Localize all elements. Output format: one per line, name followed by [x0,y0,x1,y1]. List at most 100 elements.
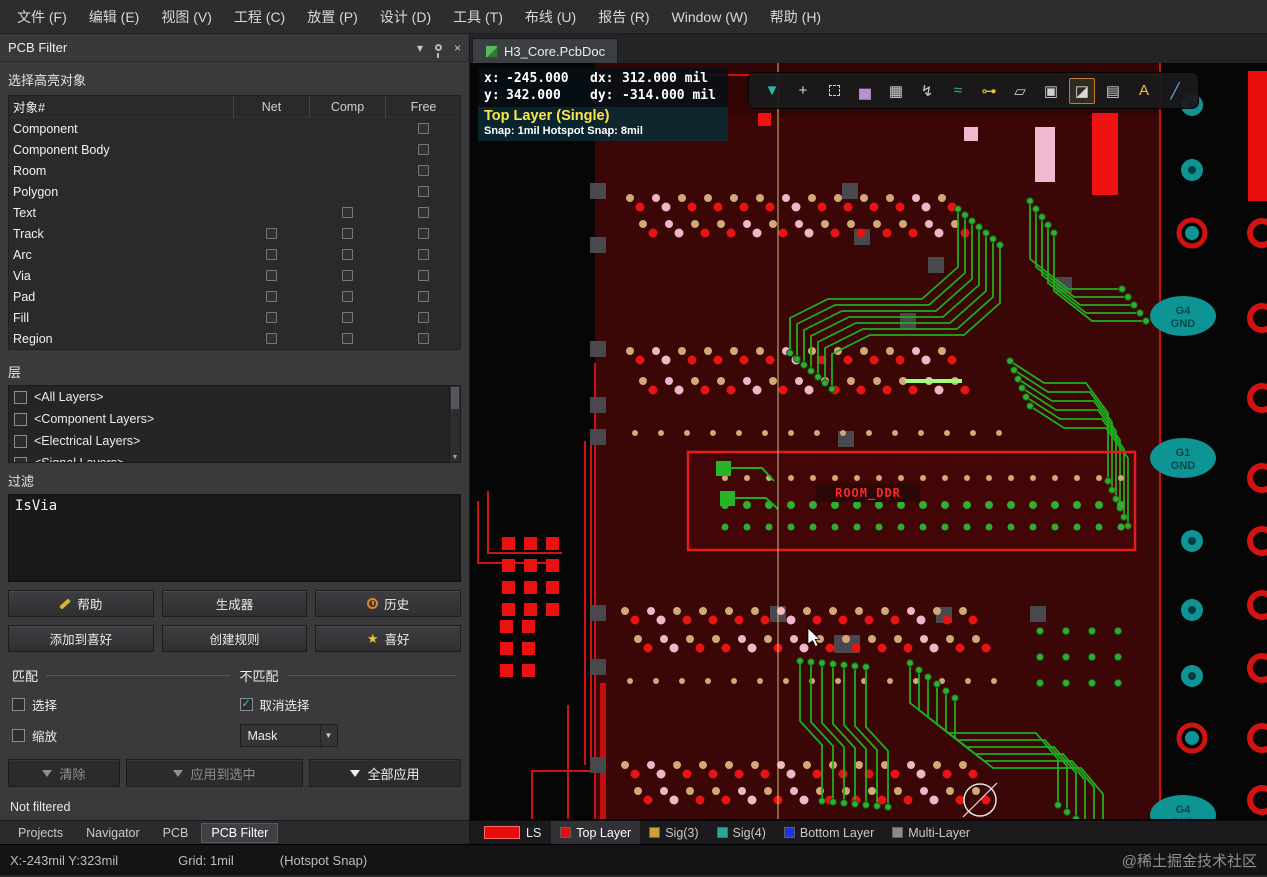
chart-icon[interactable]: ▤ [1100,78,1126,104]
menubar: 文件 (F)编辑 (E)视图 (V)工程 (C)放置 (P)设计 (D)工具 (… [0,0,1267,34]
net-checkbox[interactable] [266,228,277,239]
layer-tab[interactable]: Top Layer [551,821,640,844]
net-checkbox[interactable] [266,291,277,302]
pcb-canvas[interactable]: ROOM_DDRG4GNDG1GNDG4GND [470,63,1267,819]
menu-item[interactable]: 文件 (F) [6,0,78,33]
checkbox[interactable] [12,698,25,711]
panel-tab-projects[interactable]: Projects [8,823,73,843]
free-checkbox[interactable] [418,312,429,323]
menu-item[interactable]: 报告 (R) [587,0,660,33]
mask-icon[interactable]: ▱ [1007,78,1033,104]
layer-checkbox[interactable] [14,457,27,464]
free-checkbox[interactable] [418,333,429,344]
apply-all-button[interactable]: 全部应用 [309,759,461,787]
comp-checkbox[interactable] [342,207,353,218]
scrollbar[interactable]: ▼ [449,386,460,462]
highlight-icon[interactable]: ◪ [1069,78,1095,104]
free-checkbox[interactable] [418,249,429,260]
key-icon[interactable]: ⊶ [976,78,1002,104]
layer-tab[interactable]: Bottom Layer [775,821,883,844]
deselect-checkbox[interactable]: ✓ 取消选择 [240,695,458,714]
text-icon[interactable]: A [1131,78,1157,104]
net-checkbox[interactable] [266,312,277,323]
column-header-free[interactable]: Free [385,96,461,117]
chevron-down-icon[interactable]: ▼ [320,725,337,746]
menu-item[interactable]: Window (W) [661,0,759,33]
net-checkbox[interactable] [266,270,277,281]
layer-checkbox[interactable] [14,391,27,404]
comp-checkbox[interactable] [342,270,353,281]
layer-set-chip[interactable]: LS [476,821,549,844]
menu-item[interactable]: 设计 (D) [369,0,442,33]
menu-item[interactable]: 工程 (C) [223,0,296,33]
mask-dropdown[interactable]: Mask ▼ [240,724,338,747]
image-icon[interactable]: ▣ [1038,78,1064,104]
comp-checkbox[interactable] [342,312,353,323]
panel-tab-pcb[interactable]: PCB [153,823,199,843]
free-checkbox[interactable] [418,144,429,155]
comp-checkbox[interactable] [342,228,353,239]
route-icon[interactable]: ↯ [914,78,940,104]
layer-checkbox[interactable] [14,413,27,426]
column-header-object[interactable]: 对象# [9,97,233,116]
layer-list-item[interactable]: <All Layers> [9,386,460,408]
selection-rect-icon[interactable] [821,78,847,104]
filter-icon[interactable]: ▼ [759,78,785,104]
layer-list-item[interactable]: <Signal Layers> [9,452,460,463]
menu-item[interactable]: 放置 (P) [296,0,369,33]
pin-icon[interactable] [435,44,442,51]
column-header-net[interactable]: Net [233,96,309,117]
free-checkbox[interactable] [418,291,429,302]
menu-item[interactable]: 编辑 (E) [78,0,151,33]
comp-checkbox[interactable] [342,291,353,302]
add-favorite-button[interactable]: 添加到喜好 [8,625,154,652]
net-checkbox[interactable] [266,333,277,344]
favorite-button[interactable]: ★ 喜好 [315,625,461,652]
clear-button[interactable]: 清除 [8,759,120,787]
layer-tab[interactable]: Sig(3) [640,821,707,844]
checkbox-checked[interactable]: ✓ [240,698,253,711]
menu-item[interactable]: 工具 (T) [442,0,514,33]
layer-checkbox[interactable] [14,435,27,448]
select-checkbox[interactable]: 选择 [12,695,230,714]
signal-icon[interactable]: ≈ [945,78,971,104]
free-checkbox[interactable] [418,123,429,134]
layer-list-item[interactable]: <Electrical Layers> [9,430,460,452]
free-checkbox[interactable] [418,186,429,197]
menu-item[interactable]: 帮助 (H) [759,0,832,33]
help-button[interactable]: 帮助 [8,590,154,617]
line-icon[interactable]: ╱ [1162,78,1188,104]
builder-button[interactable]: 生成器 [162,590,308,617]
panel-tab-navigator[interactable]: Navigator [76,823,150,843]
layer-list-item[interactable]: <Component Layers> [9,408,460,430]
column-header-comp[interactable]: Comp [309,96,385,117]
history-button[interactable]: 历史 [315,590,461,617]
comp-checkbox[interactable] [342,333,353,344]
filter-expression-input[interactable]: IsVia [8,494,461,582]
free-checkbox[interactable] [418,207,429,218]
panel-tab-pcb-filter[interactable]: PCB Filter [201,823,278,843]
menu-item[interactable]: 布线 (U) [514,0,587,33]
layer-tab[interactable]: Sig(4) [708,821,775,844]
histogram-icon[interactable]: ▅ [852,78,878,104]
scroll-down-icon[interactable]: ▼ [450,454,460,461]
checkbox[interactable] [12,729,25,742]
zoom-checkbox[interactable]: 缩放 [12,726,230,745]
apply-to-selected-button[interactable]: 应用到选中 [126,759,303,787]
panel-menu-icon[interactable]: ▾ [417,42,423,54]
scrollbar-thumb[interactable] [451,387,459,409]
free-checkbox[interactable] [418,270,429,281]
create-rule-button[interactable]: 创建规则 [162,625,308,652]
document-tab[interactable]: H3_Core.PcbDoc [472,38,618,63]
comp-checkbox[interactable] [342,249,353,260]
svg-text:G1: G1 [1176,447,1191,459]
grid-icon[interactable]: ▦ [883,78,909,104]
close-icon[interactable]: × [454,42,461,54]
layer-tab[interactable]: Multi-Layer [883,821,979,844]
crosshair-icon[interactable]: + [790,78,816,104]
free-checkbox[interactable] [418,228,429,239]
active-layer-label: Top Layer (Single) [478,107,728,125]
free-checkbox[interactable] [418,165,429,176]
net-checkbox[interactable] [266,249,277,260]
menu-item[interactable]: 视图 (V) [150,0,223,33]
